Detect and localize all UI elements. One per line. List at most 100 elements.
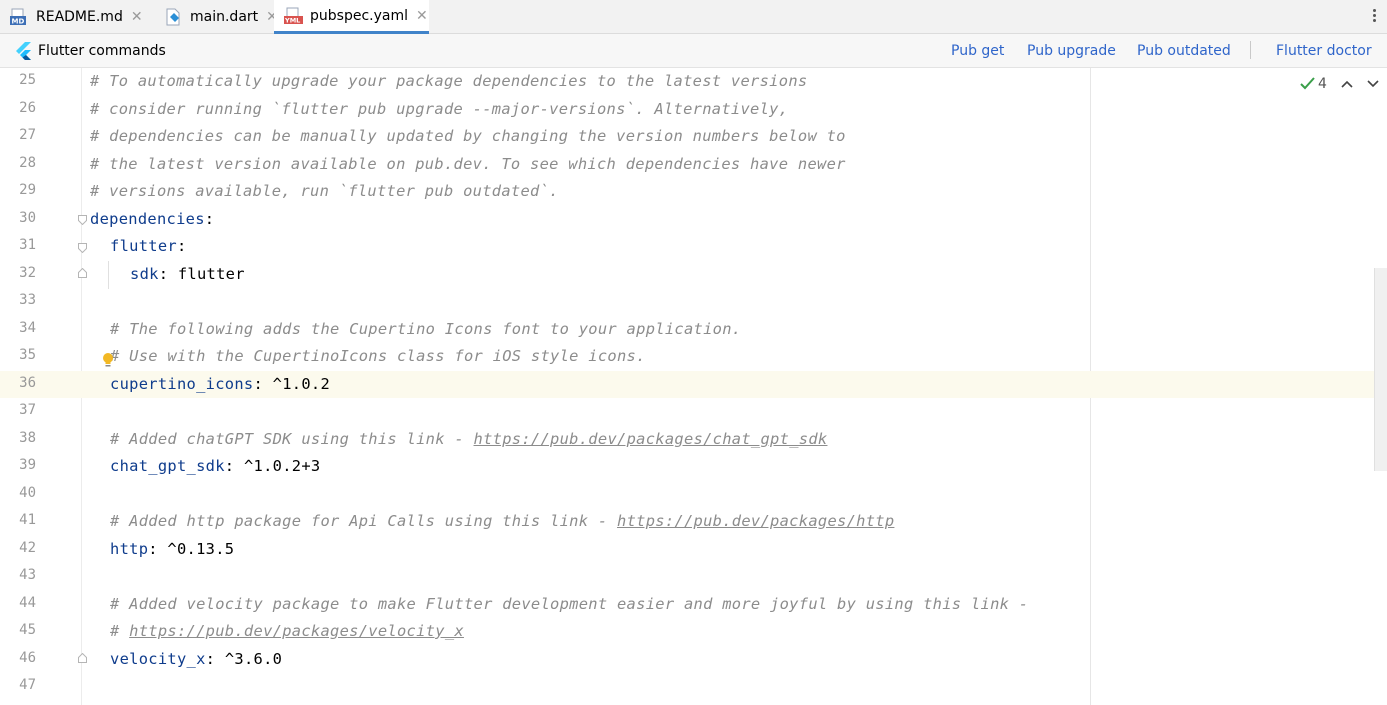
code-text: # dependencies can be manually updated b… <box>90 127 846 145</box>
comment: # Added chatGPT SDK using this link - ht… <box>110 430 827 448</box>
yaml-key: sdk <box>130 264 159 283</box>
comment-text: # To automatically upgrade your package … <box>90 72 808 90</box>
code-text: velocity_x: ^3.6.0 <box>110 650 282 668</box>
url-link[interactable]: https://pub.dev/packages/chat_gpt_sdk <box>474 430 828 448</box>
flutter-doctor-link[interactable]: Flutter doctor <box>1276 43 1372 59</box>
code-line[interactable]: 43 <box>0 563 1387 591</box>
close-icon[interactable]: ✕ <box>131 9 143 25</box>
code-line[interactable]: 41 # Added http package for Api Calls usi… <box>0 508 1387 536</box>
code-line[interactable]: 36 cupertino_icons: ^1.0.2 <box>0 370 1387 398</box>
pub-upgrade-link[interactable]: Pub upgrade <box>1027 43 1116 59</box>
yaml-key: dependencies <box>90 209 205 228</box>
code-line[interactable]: 47 <box>0 673 1387 701</box>
comment: # https://pub.dev/packages/velocity_x <box>110 622 464 640</box>
code-line[interactable]: 28 # the latest version available on pub.… <box>0 151 1387 179</box>
yaml-key: flutter <box>110 237 177 255</box>
comment-text: # Use with the CupertinoIcons class for … <box>110 347 646 365</box>
pub-get-link[interactable]: Pub get <box>951 43 1004 59</box>
yaml-colon: : <box>148 539 158 558</box>
pub-outdated-link[interactable]: Pub outdated <box>1137 43 1231 59</box>
code-text: chat_gpt_sdk: ^1.0.2+3 <box>110 457 320 475</box>
code-line[interactable]: 25 # To automatically upgrade your packag… <box>0 68 1387 96</box>
code-text: cupertino_icons: ^1.0.2 <box>110 375 330 393</box>
code-line[interactable]: 33 <box>0 288 1387 316</box>
code-line[interactable]: 42 http: ^0.13.5 <box>0 536 1387 564</box>
yaml-value: ^1.0.2+3 <box>234 457 321 475</box>
tab-readme[interactable]: MD README.md ✕ <box>0 0 154 33</box>
line-number: 40 <box>19 484 36 501</box>
scrollbar-thumb[interactable] <box>1374 268 1387 471</box>
tab-label: README.md <box>36 8 123 25</box>
yaml-key: http <box>110 539 149 558</box>
code-text: # Added http package for Api Calls using… <box>110 512 894 530</box>
code-line[interactable]: 32 sdk: flutter <box>0 261 1387 289</box>
comment-text: # The following adds the Cupertino Icons… <box>110 319 742 338</box>
comment: # Added http package for Api Calls using… <box>110 512 894 530</box>
code-line[interactable]: 30 dependencies: <box>0 206 1387 234</box>
chevron-down-icon[interactable] <box>1367 79 1379 89</box>
line-number: 46 <box>19 649 36 666</box>
code-line[interactable]: 37 <box>0 398 1387 426</box>
code-text: http: ^0.13.5 <box>110 540 234 558</box>
tab-main-dart[interactable]: main.dart ✕ <box>154 0 278 33</box>
tab-pubspec-yaml[interactable]: YML pubspec.yaml ✕ <box>274 0 429 34</box>
line-number: 44 <box>19 594 36 611</box>
fold-end-icon[interactable] <box>78 268 87 278</box>
fold-icon[interactable] <box>78 243 87 253</box>
line-number: 32 <box>19 264 36 281</box>
url-link[interactable]: https://pub.dev/packages/http <box>617 512 894 530</box>
check-icon <box>1300 77 1315 90</box>
comment-text: # consider running `flutter pub upgrade … <box>90 99 789 118</box>
chevron-up-icon[interactable] <box>1341 79 1353 89</box>
line-number: 39 <box>19 457 36 473</box>
lightbulb-icon[interactable] <box>102 352 114 368</box>
code-line[interactable]: 40 <box>0 481 1387 509</box>
fold-end-icon[interactable] <box>78 653 87 663</box>
yaml-key: cupertino_icons <box>110 374 254 393</box>
code-text: dependencies: <box>90 210 214 228</box>
code-line[interactable]: 27 # dependencies can be manually updated… <box>0 123 1387 151</box>
line-number: 45 <box>19 622 36 638</box>
code-text: # Added chatGPT SDK using this link - ht… <box>110 430 827 448</box>
code-line[interactable]: 39 chat_gpt_sdk: ^1.0.2+3 <box>0 453 1387 481</box>
line-number: 41 <box>19 512 36 528</box>
line-number: 31 <box>19 237 36 253</box>
line-number: 29 <box>19 182 36 198</box>
code-line[interactable]: 26 # consider running `flutter pub upgrad… <box>0 96 1387 124</box>
flutter-commands-title: Flutter commands <box>38 43 166 59</box>
close-icon[interactable]: ✕ <box>416 8 428 24</box>
fold-icon[interactable] <box>78 215 87 225</box>
yaml-key: chat_gpt_sdk <box>110 457 225 475</box>
code-editor[interactable]: 25 # To automatically upgrade your packag… <box>0 68 1387 705</box>
code-line[interactable]: 29 # versions available, run `flutter pub… <box>0 178 1387 206</box>
editor-tab-bar: MD README.md ✕ main.dart ✕ YML pubspec.y… <box>0 0 1387 34</box>
code-line[interactable]: 38 # Added chatGPT SDK using this link - … <box>0 426 1387 454</box>
comment-text: # versions available, run `flutter pub o… <box>90 182 559 200</box>
code-line[interactable]: 34 # The following adds the Cupertino Ico… <box>0 316 1387 344</box>
url-link[interactable]: https://pub.dev/packages/velocity_x <box>129 622 464 640</box>
inspection-count: 4 <box>1318 76 1327 92</box>
code-text: # https://pub.dev/packages/velocity_x <box>110 622 464 640</box>
line-number: 36 <box>19 374 36 391</box>
comment: # The following adds the Cupertino Icons… <box>110 320 741 338</box>
tab-label: pubspec.yaml <box>310 7 408 24</box>
code-line[interactable]: 44 # Added velocity package to make Flutt… <box>0 591 1387 619</box>
comment: # Use with the CupertinoIcons class for … <box>110 347 646 365</box>
comment-text: # Added http package for Api Calls using… <box>110 512 617 530</box>
yaml-value: ^1.0.2 <box>263 374 331 393</box>
line-number: 28 <box>19 154 36 171</box>
comment: # dependencies can be manually updated b… <box>90 127 846 145</box>
code-line[interactable]: 35 # Use with the CupertinoIcons class fo… <box>0 343 1387 371</box>
comment: # Added velocity package to make Flutter… <box>110 595 1028 613</box>
yaml-colon: : <box>176 237 187 255</box>
code-line[interactable]: 31 flutter: <box>0 233 1387 261</box>
yaml-value: ^3.6.0 <box>215 649 283 668</box>
code-text: # versions available, run `flutter pub o… <box>90 182 559 200</box>
flutter-logo-icon <box>16 42 31 60</box>
more-options-icon[interactable] <box>1371 7 1377 27</box>
code-line[interactable]: 45 # https://pub.dev/packages/velocity_x <box>0 618 1387 646</box>
yaml-badge-text: YML <box>284 16 300 24</box>
code-line[interactable]: 46 velocity_x: ^3.6.0 <box>0 646 1387 674</box>
comment: # the latest version available on pub.de… <box>90 155 846 173</box>
inspection-widget[interactable]: 4 <box>1300 76 1379 92</box>
